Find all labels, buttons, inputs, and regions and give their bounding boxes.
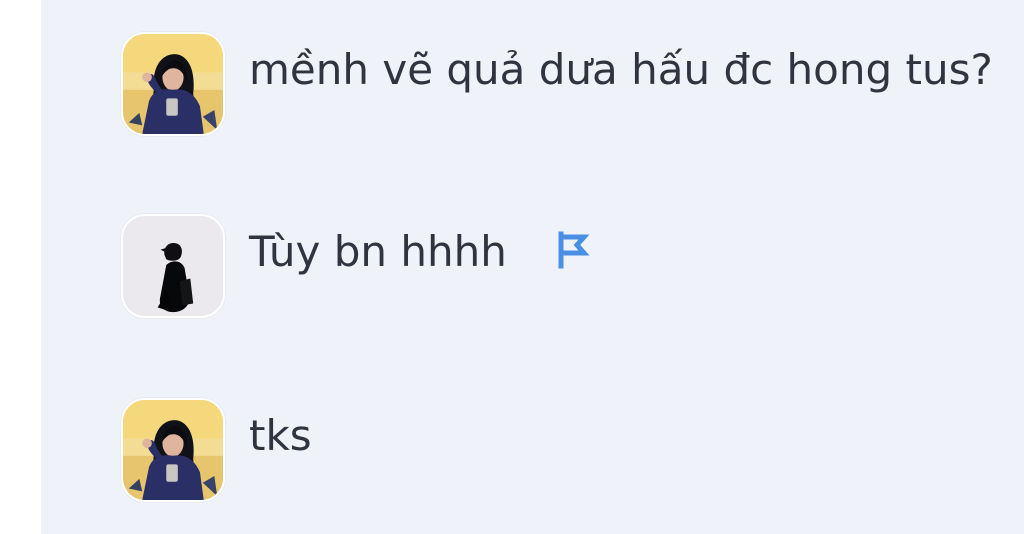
boy-avatar-icon xyxy=(123,216,223,316)
chat-page: mềnh vẽ quả dưa hấu đc hong tus? Tùy bn … xyxy=(0,0,1024,534)
avatar-girl[interactable] xyxy=(121,398,225,502)
avatar-boy[interactable] xyxy=(121,214,225,318)
message-text: Tùy bn hhhh xyxy=(249,227,507,276)
girl-avatar-icon xyxy=(123,400,223,500)
message-row: Tùy bn hhhh xyxy=(121,214,1024,318)
flag-icon[interactable] xyxy=(553,230,593,270)
avatar-girl[interactable] xyxy=(121,32,225,136)
message-row: tks xyxy=(121,398,1024,502)
chat-message-panel: mềnh vẽ quả dưa hấu đc hong tus? Tùy bn … xyxy=(41,0,1024,534)
girl-avatar-icon xyxy=(123,34,223,134)
message-text: mềnh vẽ quả dưa hấu đc hong tus? xyxy=(249,45,993,94)
message-row: mềnh vẽ quả dưa hấu đc hong tus? xyxy=(121,32,1024,136)
message-text: tks xyxy=(249,411,312,460)
